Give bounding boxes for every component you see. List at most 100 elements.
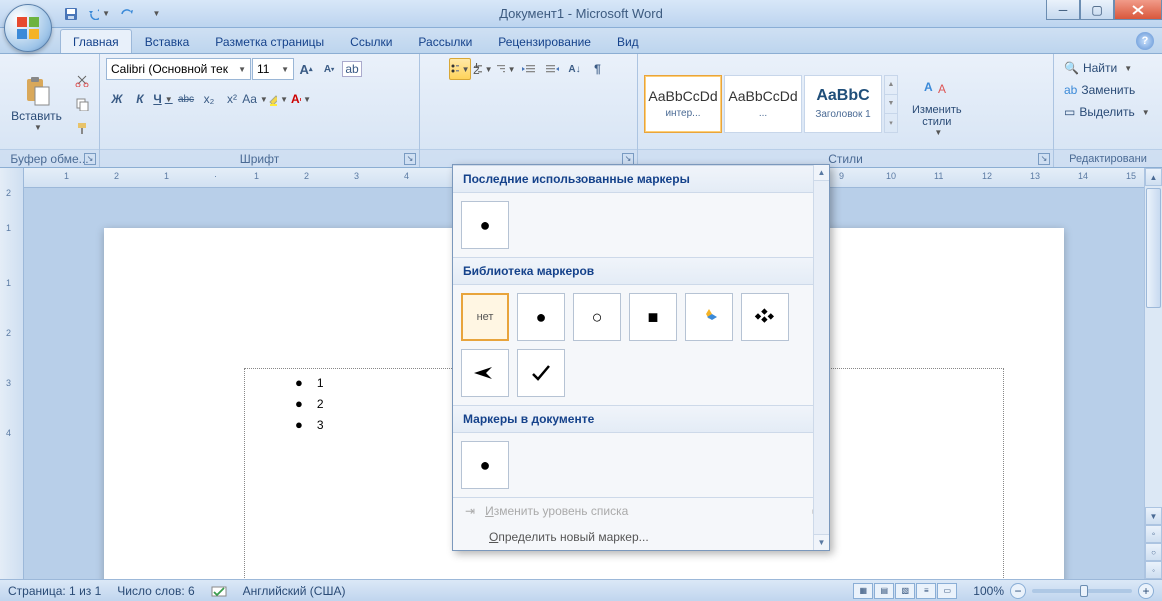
zoom-control: 100% − + [973,583,1154,599]
bullet-option-disc[interactable]: ● [517,293,565,341]
view-fullscreen-icon[interactable]: ▤ [874,583,894,599]
styles-gallery-scroll[interactable]: ▲ ▼ ▾ [884,75,898,133]
next-page-icon[interactable]: ◦ [1145,561,1162,579]
view-print-layout-icon[interactable]: ▦ [853,583,873,599]
view-buttons: ▦ ▤ ▧ ≡ ▭ [853,583,957,599]
cut-icon[interactable] [71,69,93,91]
decrease-indent-icon[interactable] [518,58,540,80]
bullets-button[interactable]: ▼ [449,58,471,80]
tab-view[interactable]: Вид [604,29,652,53]
highlight-button[interactable]: ▼ [267,88,289,110]
dialog-launcher-icon[interactable]: ↘ [1038,153,1050,165]
select-button[interactable]: ▭Выделить▼ [1060,102,1154,122]
bullet-option-check[interactable] [517,349,565,397]
bullet-option-diamond4[interactable] [741,293,789,341]
bullet-option-disc[interactable]: ● [461,441,509,489]
maximize-button[interactable]: ▢ [1080,0,1114,20]
save-icon[interactable] [60,3,82,25]
tab-layout[interactable]: Разметка страницы [202,29,337,53]
font-color-button[interactable]: A▼ [290,88,312,110]
bullet-option-square[interactable]: ■ [629,293,677,341]
zoom-slider[interactable] [1032,589,1132,593]
chevron-down-icon: ▼ [99,9,110,18]
close-button[interactable] [1114,0,1162,20]
show-marks-icon[interactable]: ¶ [587,58,609,80]
superscript-button[interactable]: x² [221,88,243,110]
proofing-icon[interactable] [211,584,227,598]
popup-scrollbar[interactable]: ▲ ▼ [813,165,829,550]
help-icon[interactable]: ? [1136,32,1154,50]
minimize-button[interactable]: ─ [1046,0,1080,20]
format-painter-icon[interactable] [71,117,93,139]
paste-button[interactable]: Вставить▼ [6,71,67,136]
style-item[interactable]: AaBbCcDdинтер... [644,75,722,133]
tab-insert[interactable]: Вставка [132,29,203,53]
numbering-button[interactable]: 12▼ [472,58,494,80]
sort-icon[interactable]: A↓ [564,58,586,80]
clear-formatting-icon[interactable]: ab [341,58,363,80]
bold-button[interactable]: Ж [106,88,128,110]
ribbon: Вставить▼ Буфер обме...↘ ▼ ▼ A▴ A▾ ab Ж … [0,54,1162,168]
style-item[interactable]: AaBbCcDd... [724,75,802,133]
bullet-option-none[interactable]: нет [461,293,509,341]
find-icon: 🔍 [1064,61,1079,75]
define-marker-button[interactable]: Определить новый маркер... [453,524,829,550]
grow-font-icon[interactable]: A▴ [295,58,317,80]
font-name-combo[interactable]: ▼ [106,58,251,80]
scroll-thumb[interactable] [1146,188,1161,308]
scroll-up-icon[interactable]: ▲ [814,165,829,181]
group-editing: 🔍Найти▼ abЗаменить ▭Выделить▼ Редактиров… [1054,54,1162,167]
zoom-out-button[interactable]: − [1010,583,1026,599]
tab-home[interactable]: Главная [60,29,132,53]
vertical-ruler[interactable]: 21 12 34 [0,168,24,579]
redo-icon[interactable] [116,3,138,25]
dialog-launcher-icon[interactable]: ↘ [404,153,416,165]
dialog-launcher-icon[interactable]: ↘ [84,153,96,165]
underline-button[interactable]: Ч▼ [152,88,174,110]
tab-references[interactable]: Ссылки [337,29,405,53]
change-styles-button[interactable]: AA Изменить стили▼ [904,66,970,141]
change-case-button[interactable]: Aa▼ [244,88,266,110]
multilevel-button[interactable]: ▼ [495,58,517,80]
zoom-value[interactable]: 100% [973,584,1004,598]
zoom-thumb[interactable] [1080,585,1088,597]
scroll-up-icon[interactable]: ▲ [1145,168,1162,186]
undo-icon[interactable]: ▼ [88,3,110,25]
style-item[interactable]: AaBbCЗаголовок 1 [804,75,882,133]
scroll-down-icon[interactable]: ▼ [1145,507,1162,525]
status-page[interactable]: Страница: 1 из 1 [8,584,101,598]
browse-object-icon[interactable]: ○ [1145,543,1162,561]
view-outline-icon[interactable]: ≡ [916,583,936,599]
view-web-icon[interactable]: ▧ [895,583,915,599]
copy-icon[interactable] [71,93,93,115]
status-bar: Страница: 1 из 1 Число слов: 6 Английски… [0,579,1162,601]
qat-customize-icon[interactable]: ▼ [144,3,166,25]
bullet-option-4diamond[interactable] [685,293,733,341]
vertical-scrollbar[interactable]: ▲ ▼ ◦ ○ ◦ [1144,168,1162,579]
tab-mailings[interactable]: Рассылки [405,29,485,53]
change-list-level-button[interactable]: ⇥ Изменить уровень списка ▸ [453,498,829,524]
prev-page-icon[interactable]: ◦ [1145,525,1162,543]
increase-indent-icon[interactable] [541,58,563,80]
bullet-option-disc[interactable]: ● [461,201,509,249]
font-size-combo[interactable]: ▼ [252,58,294,80]
find-button[interactable]: 🔍Найти▼ [1060,58,1136,78]
indent-icon: ⇥ [465,504,475,518]
subscript-button[interactable]: x₂ [198,88,220,110]
zoom-in-button[interactable]: + [1138,583,1154,599]
scroll-down-icon[interactable]: ▼ [814,534,829,550]
strike-button[interactable]: abc [175,88,197,110]
popup-section-recent: Последние использованные маркеры [453,165,829,193]
office-button[interactable] [4,4,52,52]
status-language[interactable]: Английский (США) [243,584,346,598]
svg-text:A: A [938,82,946,96]
dialog-launcher-icon[interactable]: ↘ [622,153,634,165]
status-words[interactable]: Число слов: 6 [117,584,194,598]
bullet-option-circle[interactable]: ○ [573,293,621,341]
bullet-option-arrow[interactable] [461,349,509,397]
replace-button[interactable]: abЗаменить [1060,80,1139,100]
italic-button[interactable]: К [129,88,151,110]
tab-review[interactable]: Рецензирование [485,29,604,53]
view-draft-icon[interactable]: ▭ [937,583,957,599]
shrink-font-icon[interactable]: A▾ [318,58,340,80]
